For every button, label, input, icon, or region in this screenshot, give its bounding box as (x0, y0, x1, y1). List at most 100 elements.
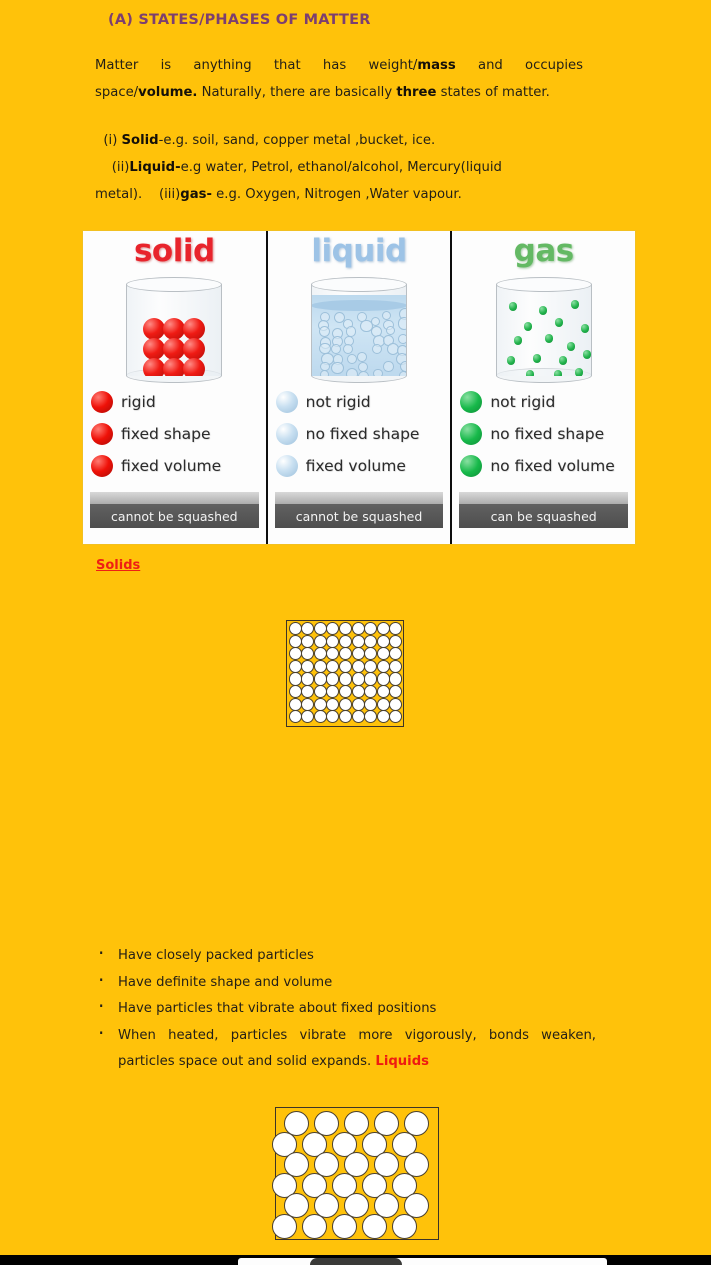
lattice-particle (313, 634, 327, 648)
gas-slab-label: can be squashed (490, 508, 597, 524)
liquid-squash-slab: cannot be squashed (274, 492, 444, 528)
lattice-particle (338, 710, 353, 724)
lattice-particle (376, 697, 390, 711)
gas-particle-icon (570, 300, 580, 309)
lattice-particle (326, 697, 340, 711)
lattice-particle (301, 659, 315, 673)
lattice-particle (351, 634, 365, 648)
solid-particle-icon (143, 338, 166, 360)
liquid-bubble-icon (373, 368, 384, 376)
page-title: (A) STATES/PHASES OF MATTER (108, 12, 371, 28)
lattice-particle (301, 685, 315, 699)
gas-property-3: no fixed volume (490, 457, 615, 475)
lattice-particle (376, 659, 390, 673)
liquid-bubble-icon (397, 333, 406, 344)
solid-label: Solid (121, 133, 159, 148)
liquid-particle (302, 1213, 327, 1239)
solid-particle-icon (183, 318, 206, 340)
lattice-particle (364, 634, 378, 648)
matter-text-2: and occupies (455, 58, 584, 73)
lattice-particle (389, 647, 403, 661)
liquid-bubble-icon (385, 325, 396, 336)
solid-particle-icon (163, 318, 186, 340)
solid-particle-icon (183, 358, 206, 376)
lattice-particle (364, 647, 378, 661)
gas-particle-icon (553, 370, 563, 376)
gas-particle-icon (525, 370, 535, 376)
solid-marker: (i) (103, 133, 122, 148)
lattice-particle (301, 647, 315, 661)
liquid-property-2: no fixed shape (305, 425, 420, 443)
gas-particle-icon (523, 322, 533, 331)
states-of-matter-figure: solid rigid fixed shape fixed volume can… (83, 231, 636, 544)
solid-cylinder-icon (126, 277, 223, 383)
lattice-particle (351, 710, 365, 724)
document-page: (A) STATES/PHASES OF MATTER Matter is an… (0, 0, 711, 1265)
list-item: When heated, particles vibrate more vigo… (96, 1020, 596, 1076)
lattice-particle (364, 710, 378, 724)
paragraph-state-examples: (i) Solid-e.g. soil, sand, copper metal … (95, 127, 595, 208)
gas-particle-icon (582, 350, 591, 359)
home-indicator-pill[interactable] (310, 1258, 402, 1265)
bead-icon-red (91, 423, 113, 445)
solid-particle-icon (143, 358, 166, 376)
solid-particle-diagram (286, 620, 404, 727)
lattice-particle (288, 672, 302, 686)
lattice-particle (364, 659, 378, 673)
gas-particle-icon (544, 334, 554, 343)
liquid-particle (332, 1213, 357, 1239)
bead-icon-blue (275, 423, 298, 445)
solid-particle-icon (183, 338, 206, 360)
liquid-bubble-icon (319, 326, 331, 338)
lattice-particle (338, 685, 353, 699)
paragraph-matter-definition: Matter is anything that has weight/mass … (95, 52, 583, 106)
matter-text-5: states of matter. (436, 85, 550, 100)
lattice-particle (351, 672, 365, 686)
gas-particle-icon (580, 324, 590, 333)
lattice-particle (313, 622, 327, 636)
lattice-particle (389, 685, 403, 699)
lattice-particle (326, 685, 340, 699)
liquid-bubble-icon (319, 370, 330, 376)
liquid-particle-diagram (272, 1107, 439, 1240)
lattice-particle (376, 634, 390, 648)
liquid-bubble-icon (382, 310, 392, 320)
lattice-particle (351, 685, 365, 699)
lattice-particle (288, 659, 302, 673)
lattice-particle (376, 710, 390, 724)
lattice-particle (301, 634, 315, 648)
liquid-bubble-icon (371, 344, 382, 355)
lattice-particle (288, 622, 302, 636)
lattice-particle (351, 697, 365, 711)
lattice-particle (376, 685, 390, 699)
list-item: Have closely packed particles (96, 940, 596, 970)
lattice-particle (326, 659, 340, 673)
bead-icon-blue (275, 391, 298, 413)
liquid-continuation: metal). (95, 187, 159, 202)
lattice-particle (338, 672, 353, 686)
figure-panel-liquid: liquid not rigid no fixed shape fixed vo… (265, 231, 451, 544)
lattice-particle (326, 634, 340, 648)
matter-text-1: Matter is anything that has weight/ (95, 58, 418, 73)
lattice-particle (288, 710, 302, 724)
system-navigation-bar (0, 1255, 711, 1265)
solid-property-row-3: fixed volume (91, 455, 221, 477)
liquid-property-1: not rigid (305, 393, 371, 411)
bullet4-line2: particles space out and solid expands. (118, 1054, 376, 1069)
gas-particle-icon (558, 356, 568, 365)
liquid-bubble-icon (345, 325, 357, 337)
lattice-particle (376, 647, 390, 661)
bead-icon-red (91, 455, 113, 477)
lattice-particle (389, 622, 403, 636)
lattice-particle (301, 672, 315, 686)
liquid-cylinder-icon (311, 277, 407, 383)
solid-particle-icon (163, 358, 186, 376)
lattice-particle (288, 634, 302, 648)
solid-examples-text: -e.g. soil, sand, copper metal ,bucket, … (158, 133, 436, 148)
lattice-particle (326, 710, 340, 724)
list-item: Have particles that vibrate about fixed … (96, 993, 596, 1023)
lattice-particle (301, 697, 315, 711)
lattice-particle (351, 622, 365, 636)
liquid-bubble-icon (345, 367, 358, 376)
liquid-bubble-icon (331, 361, 344, 375)
